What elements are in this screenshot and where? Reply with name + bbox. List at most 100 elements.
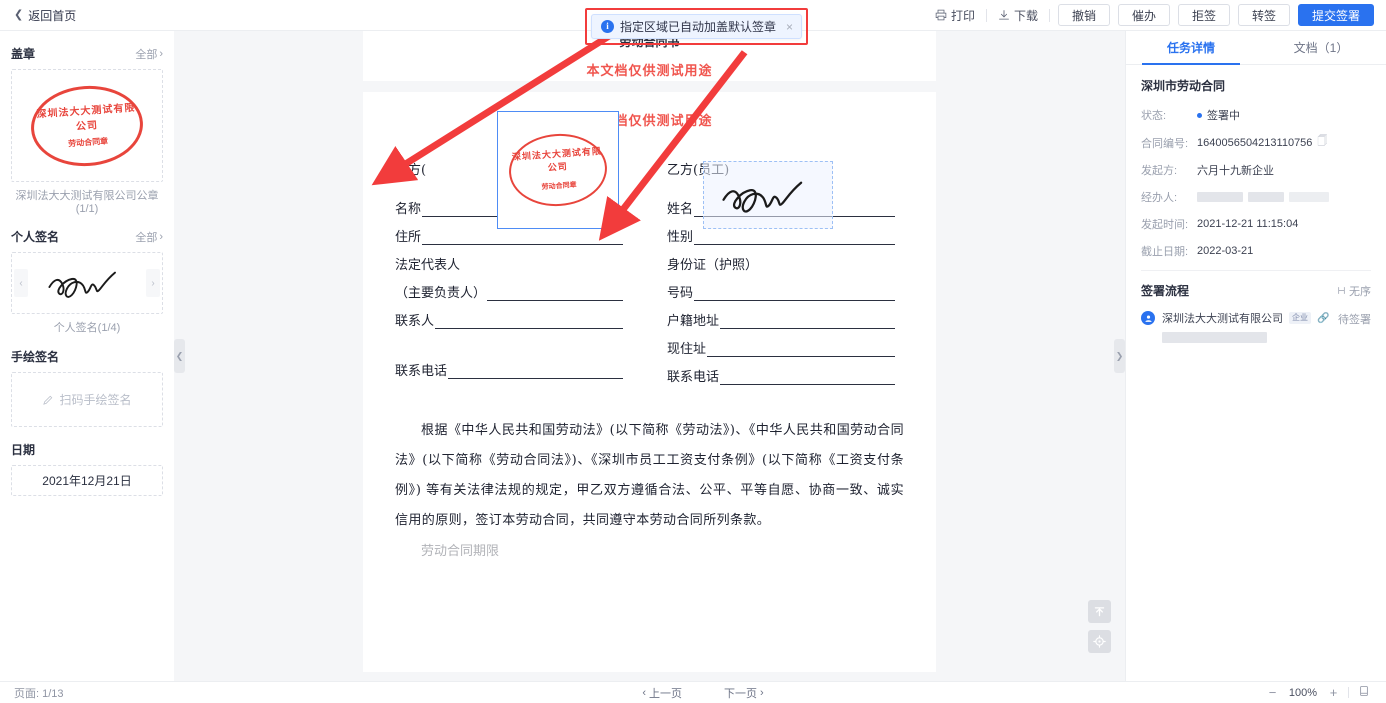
avatar bbox=[1141, 311, 1155, 325]
placed-seal-graphic: 深圳法大大测试有限公司 劳动合同章 bbox=[506, 130, 610, 210]
personal-signature-card[interactable]: ‹ › bbox=[11, 252, 163, 314]
date-stamp-card[interactable]: 2021年12月21日 bbox=[11, 465, 163, 496]
chevron-left-icon: ❮ bbox=[14, 8, 24, 21]
page-indicator: 页面: 1/13 bbox=[0, 685, 420, 701]
tab-task-detail[interactable]: 任务详情 bbox=[1126, 31, 1256, 65]
chevron-left-icon: ‹ bbox=[642, 686, 646, 699]
detail-value: 2021-12-21 11:15:04 bbox=[1197, 218, 1299, 230]
locate-field-button[interactable] bbox=[1088, 630, 1111, 653]
link-icon[interactable]: 🔗 bbox=[1317, 313, 1329, 324]
document-viewer: 劳动合同书 本文档仅供测试用途 本文档仅供测试用途 甲方( 深圳法大大测试有限公… bbox=[174, 31, 1125, 681]
signature-next-button[interactable]: › bbox=[146, 269, 160, 297]
zoom-controls: − 100% + bbox=[986, 685, 1386, 700]
redacted-block bbox=[1197, 192, 1243, 202]
personal-sign-view-all-link[interactable]: 全部 › bbox=[135, 229, 163, 245]
collapse-detail-panel-handle[interactable]: ❯ bbox=[1114, 339, 1125, 373]
fit-page-button[interactable] bbox=[1358, 685, 1370, 700]
seal-view-all-link[interactable]: 全部 › bbox=[135, 46, 163, 62]
redacted-block bbox=[1162, 332, 1267, 343]
party-information-block: 甲方( 深圳法大大测试有限公司 劳动合同章 名称 住所 法定代表人 （主要负责人… bbox=[395, 111, 904, 394]
company-seal-card[interactable]: 深圳法大大测试有限公司 劳动合同章 bbox=[11, 69, 163, 182]
revoke-button[interactable]: 撤销 bbox=[1058, 4, 1110, 26]
sign-flow-order-toggle[interactable]: 无序 bbox=[1337, 283, 1371, 299]
sign-flow-title: 签署流程 bbox=[1141, 284, 1190, 298]
collapse-sidebar-handle[interactable]: ❮ bbox=[174, 339, 185, 373]
previous-page-button[interactable]: ‹ 上一页 bbox=[642, 685, 682, 701]
next-page-button[interactable]: 下一页 › bbox=[724, 685, 764, 701]
seal-view-all-label: 全部 bbox=[135, 48, 158, 61]
contract-preamble-paragraph: 根据《中华人民共和国劳动法》(以下简称《劳动法》)、《中华人民共和国劳动合同法》… bbox=[395, 423, 904, 528]
field-label: 住所 bbox=[395, 230, 422, 245]
chevron-right-icon: › bbox=[159, 230, 163, 243]
reject-sign-button[interactable]: 拒签 bbox=[1178, 4, 1230, 26]
party-b-signature-drop-field[interactable] bbox=[703, 161, 833, 229]
field-label: 名称 bbox=[395, 202, 422, 217]
download-button[interactable]: 下载 bbox=[987, 4, 1049, 26]
status-dot-icon bbox=[1197, 112, 1202, 118]
page-value: 1/13 bbox=[42, 687, 64, 700]
transfer-sign-button[interactable]: 转签 bbox=[1238, 4, 1290, 26]
seal-section-title: 盖章 bbox=[11, 47, 36, 61]
field-label: 联系人 bbox=[395, 314, 435, 329]
next-page-label: 下一页 bbox=[724, 687, 757, 700]
company-seal-graphic: 深圳法大大测试有限公司 劳动合同章 bbox=[28, 81, 146, 170]
previous-page-label: 上一页 bbox=[649, 687, 682, 700]
print-button[interactable]: 打印 bbox=[924, 4, 986, 26]
pencil-icon bbox=[43, 395, 53, 405]
detail-key: 发起时间: bbox=[1141, 219, 1189, 231]
submit-sign-button[interactable]: 提交签署 bbox=[1298, 4, 1374, 26]
field-party-b-phone: 联系电话 bbox=[667, 366, 895, 385]
user-icon bbox=[1144, 315, 1152, 322]
field-party-a-spacer bbox=[395, 338, 623, 351]
field-party-b-id-number: 号码 bbox=[667, 282, 895, 301]
auto-seal-notification: i 指定区域已自动加盖默认签章 × bbox=[591, 14, 803, 39]
party-a-heading: 甲方( 深圳法大大测试有限公司 劳动合同章 bbox=[395, 111, 623, 229]
document-scroll-area[interactable]: 劳动合同书 本文档仅供测试用途 本文档仅供测试用途 甲方( 深圳法大大测试有限公… bbox=[174, 31, 1125, 681]
tab-documents[interactable]: 文档（1） bbox=[1256, 31, 1386, 64]
date-section-title: 日期 bbox=[11, 443, 36, 457]
download-label: 下载 bbox=[1013, 8, 1038, 23]
zoom-in-button[interactable]: + bbox=[1328, 685, 1339, 700]
sign-flow-item[interactable]: 深圳法大大测试有限公司 企业 🔗 待签署 bbox=[1141, 310, 1371, 343]
signer-status: 待签署 bbox=[1338, 314, 1371, 326]
party-b-column: 乙方(员工) 姓名 性别 身份证（护照） 号码 户籍地址 现住址 联系电话 bbox=[667, 159, 895, 394]
notification-text: 指定区域已自动加盖默认签章 bbox=[620, 20, 777, 34]
field-label: 户籍地址 bbox=[667, 314, 720, 329]
detail-value: 六月十九新企业 bbox=[1197, 165, 1274, 177]
field-label: 号码 bbox=[667, 286, 694, 301]
date-section-header: 日期 bbox=[11, 441, 163, 458]
info-icon: i bbox=[601, 20, 614, 33]
field-label: （主要负责人） bbox=[395, 286, 487, 301]
contract-title: 深圳市劳动合同 bbox=[1141, 79, 1226, 93]
unordered-icon bbox=[1338, 287, 1345, 294]
seal-caption: 深圳法大大测试有限公司公章(1/1) bbox=[15, 190, 159, 215]
scroll-to-top-button[interactable] bbox=[1088, 600, 1111, 623]
signer-name: 深圳法大大测试有限公司 bbox=[1162, 313, 1283, 325]
sign-flow-order-label: 无序 bbox=[1349, 285, 1371, 298]
back-to-home-button[interactable]: ❮ 返回首页 bbox=[0, 7, 76, 24]
party-a-seal-drop-field[interactable]: 深圳法大大测试有限公司 劳动合同章 bbox=[497, 111, 619, 229]
contract-next-section-cut: 劳动合同期限 bbox=[421, 544, 500, 559]
watermark-second: 本文档仅供测试用途 bbox=[586, 113, 713, 128]
field-label: 现住址 bbox=[667, 342, 707, 357]
zoom-out-button[interactable]: − bbox=[1267, 685, 1278, 700]
seal-bottom-text: 劳动合同章 bbox=[67, 136, 109, 148]
detail-panel-tabs: 任务详情 文档（1） bbox=[1126, 31, 1386, 65]
urge-button[interactable]: 催办 bbox=[1118, 4, 1170, 26]
watermark-top: 本文档仅供测试用途 bbox=[586, 63, 713, 78]
field-label: 姓名 bbox=[667, 202, 694, 217]
field-party-a-contact-person: 联系人 bbox=[395, 310, 623, 329]
field-party-a-legal-rep: 法定代表人 bbox=[395, 258, 461, 273]
detail-key: 合同编号: bbox=[1141, 137, 1189, 150]
hand-sign-section-header: 手绘签名 bbox=[11, 348, 163, 365]
signature-prev-button[interactable]: ‹ bbox=[14, 269, 28, 297]
close-icon[interactable]: × bbox=[786, 20, 793, 34]
zoom-level-value: 100% bbox=[1288, 686, 1318, 699]
personal-sign-section-title: 个人签名 bbox=[11, 230, 60, 244]
detail-value: 签署中 bbox=[1207, 110, 1240, 122]
hand-draw-signature-card[interactable]: 扫码手绘签名 bbox=[11, 372, 163, 427]
main-body: 盖章 全部 › 深圳法大大测试有限公司 劳动合同章 深圳法大大测试有限公司公章(… bbox=[0, 31, 1386, 681]
detail-panel: 任务详情 文档（1） 深圳市劳动合同 状态: 签署中 合同编号: 1640056… bbox=[1125, 31, 1386, 681]
detail-key: 发起方: bbox=[1141, 165, 1178, 177]
copy-icon[interactable]: 🗍 bbox=[1317, 134, 1327, 151]
